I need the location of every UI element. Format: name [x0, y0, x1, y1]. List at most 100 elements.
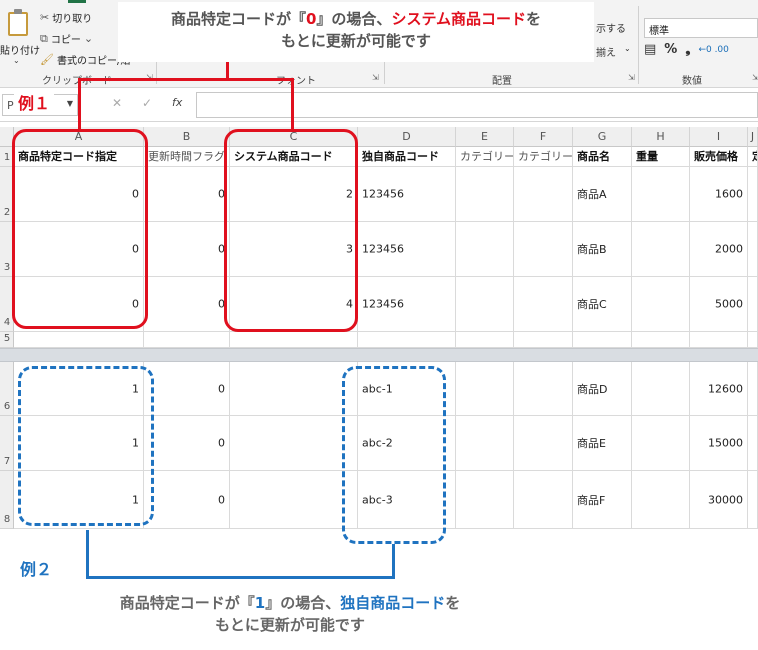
dialog-launcher-icon[interactable]: ⇲	[628, 73, 635, 82]
cell-h3[interactable]	[632, 222, 690, 277]
cell-g6[interactable]: 商品D	[573, 362, 632, 416]
column-header-h[interactable]: H	[632, 127, 690, 147]
cell-c8[interactable]	[230, 471, 358, 529]
cell-b4[interactable]: 0	[144, 277, 230, 332]
cell-e3[interactable]	[456, 222, 514, 277]
column-header-e[interactable]: E	[456, 127, 514, 147]
chevron-down-icon[interactable]: ⌄	[13, 56, 20, 65]
cell-c6[interactable]	[230, 362, 358, 416]
cell-f3[interactable]	[514, 222, 573, 277]
wrap-text-button[interactable]: 示する	[596, 20, 626, 35]
cell-i2[interactable]: 1600	[690, 167, 748, 222]
cell-d3[interactable]: 123456	[358, 222, 456, 277]
cell-j2[interactable]	[748, 167, 758, 222]
header-cell[interactable]: 重量	[632, 147, 690, 167]
cell-i6[interactable]: 12600	[690, 362, 748, 416]
cut-button[interactable]: ✂ 切り取り	[40, 10, 92, 25]
header-cell[interactable]: 独自商品コード	[358, 147, 456, 167]
cancel-icon[interactable]: ✕	[112, 96, 122, 110]
header-cell[interactable]: 商品名	[573, 147, 632, 167]
chevron-down-icon[interactable]: ⌄	[624, 44, 631, 53]
column-header-b[interactable]: B	[144, 127, 230, 147]
column-header-j[interactable]: J	[748, 127, 758, 147]
header-cell[interactable]: 更新時間フラグ	[144, 147, 230, 167]
cell-b5[interactable]	[144, 332, 230, 348]
cell-g7[interactable]: 商品E	[573, 416, 632, 471]
cell-f2[interactable]	[514, 167, 573, 222]
cell-j3[interactable]	[748, 222, 758, 277]
cell-f8[interactable]	[514, 471, 573, 529]
header-cell[interactable]: 販売価格	[690, 147, 748, 167]
cell-d2[interactable]: 123456	[358, 167, 456, 222]
cell-g3[interactable]: 商品B	[573, 222, 632, 277]
cell-b2[interactable]: 0	[144, 167, 230, 222]
cell-e7[interactable]	[456, 416, 514, 471]
cell-i8[interactable]: 30000	[690, 471, 748, 529]
dialog-launcher-icon[interactable]: ⇲	[752, 73, 758, 82]
header-cell[interactable]: カテゴリー2	[514, 147, 573, 167]
cell-e2[interactable]	[456, 167, 514, 222]
format-painter-button[interactable]: 🖌 書式のコピー/貼	[40, 52, 130, 67]
row-header-7[interactable]: 7	[0, 416, 14, 471]
column-header-f[interactable]: F	[514, 127, 573, 147]
cell-h6[interactable]	[632, 362, 690, 416]
column-header-g[interactable]: G	[573, 127, 632, 147]
cell-e5[interactable]	[456, 332, 514, 348]
cell-j5[interactable]	[748, 332, 758, 348]
merge-button[interactable]: 揃え	[596, 44, 616, 59]
dialog-launcher-icon[interactable]: ⇲	[372, 73, 379, 82]
cell-h4[interactable]	[632, 277, 690, 332]
cell-j4[interactable]	[748, 277, 758, 332]
copy-button[interactable]: ⧉ コピー ⌄	[40, 31, 93, 47]
cell-c7[interactable]	[230, 416, 358, 471]
currency-icon[interactable]: ▤	[644, 42, 656, 57]
cell-j7[interactable]	[748, 416, 758, 471]
cell-f6[interactable]	[514, 362, 573, 416]
row-header-8[interactable]: 8	[0, 471, 14, 529]
cell-j8[interactable]	[748, 471, 758, 529]
cell-d5[interactable]	[358, 332, 456, 348]
cell-h5[interactable]	[632, 332, 690, 348]
cell-e6[interactable]	[456, 362, 514, 416]
formula-input[interactable]	[196, 92, 758, 118]
cell-e8[interactable]	[456, 471, 514, 529]
pane-split-bar[interactable]	[0, 348, 758, 362]
cell-h7[interactable]	[632, 416, 690, 471]
paste-button[interactable]: 貼り付け ⌄	[0, 6, 40, 65]
cell-i3[interactable]: 2000	[690, 222, 748, 277]
chevron-down-icon[interactable]: ⌄	[84, 32, 93, 45]
cell-g8[interactable]: 商品F	[573, 471, 632, 529]
percent-button[interactable]: %	[664, 42, 677, 57]
comma-button[interactable]: ❟	[685, 42, 690, 57]
enter-icon[interactable]: ✓	[142, 96, 152, 110]
cell-g2[interactable]: 商品A	[573, 167, 632, 222]
number-format-select[interactable]: 標準	[644, 18, 758, 38]
cell-c5[interactable]	[230, 332, 358, 348]
chevron-down-icon[interactable]: ▼	[67, 99, 73, 108]
cell-i5[interactable]	[690, 332, 748, 348]
cell-b6[interactable]: 0	[144, 362, 230, 416]
column-header-d[interactable]: D	[358, 127, 456, 147]
cell-f5[interactable]	[514, 332, 573, 348]
column-header-i[interactable]: I	[690, 127, 748, 147]
cell-i4[interactable]: 5000	[690, 277, 748, 332]
cell-e4[interactable]	[456, 277, 514, 332]
cell-f4[interactable]	[514, 277, 573, 332]
cell-a5[interactable]	[14, 332, 144, 348]
cell-f7[interactable]	[514, 416, 573, 471]
row-header-5[interactable]: 5	[0, 332, 14, 348]
cell-d4[interactable]: 123456	[358, 277, 456, 332]
cell-i7[interactable]: 15000	[690, 416, 748, 471]
cell-g5[interactable]	[573, 332, 632, 348]
cell-b7[interactable]: 0	[144, 416, 230, 471]
cell-h8[interactable]	[632, 471, 690, 529]
row-header-6[interactable]: 6	[0, 362, 14, 416]
cell-j6[interactable]	[748, 362, 758, 416]
header-cell[interactable]: カテゴリー1	[456, 147, 514, 167]
header-cell[interactable]: 定	[748, 147, 758, 167]
insert-function-icon[interactable]: fx	[172, 96, 182, 109]
cell-b8[interactable]: 0	[144, 471, 230, 529]
decimal-buttons[interactable]: ←0 .00	[698, 45, 728, 55]
cell-g4[interactable]: 商品C	[573, 277, 632, 332]
cell-h2[interactable]	[632, 167, 690, 222]
